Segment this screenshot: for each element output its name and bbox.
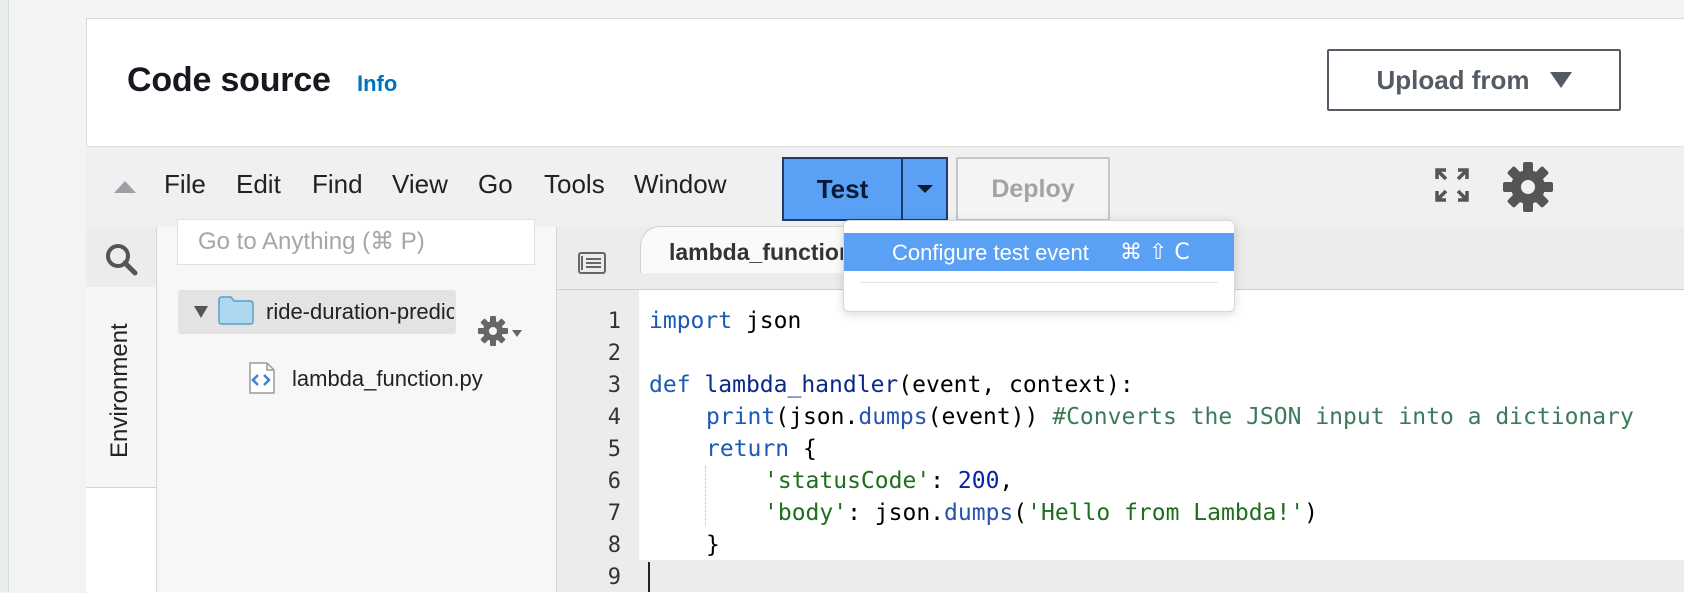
test-dropdown-button[interactable] [902,157,948,221]
code-token: 'body' [764,500,848,526]
go-to-anything-input[interactable] [177,219,535,265]
code-token: , [999,468,1014,494]
code-token: } [706,532,720,558]
upload-from-button[interactable]: Upload from [1327,49,1621,111]
code-line: return { [706,436,817,462]
menu-go[interactable]: Go [478,169,513,200]
code-token: dumps [858,404,928,430]
code-token: 200 [957,468,1000,494]
current-line-highlight [639,560,1684,592]
code-token: 'statusCode' [764,468,931,494]
code-token: print [706,404,776,430]
code-token: json [732,308,802,334]
code-token: dumps [944,500,1014,526]
expand-triangle-icon[interactable] [194,306,208,318]
environment-tab-label[interactable]: Environment [106,323,134,458]
menu-find[interactable]: Find [312,169,363,200]
menu-tools[interactable]: Tools [544,169,605,200]
code-line: 'statusCode': 200, [764,468,1013,494]
menu-item-label: Configure test event [892,240,1089,265]
upload-from-label: Upload from [1376,64,1530,95]
code-token: (event)) [927,404,1053,430]
menu-divider [860,282,1218,283]
code-comment: #Converts the JSON input into a dictiona… [1052,404,1634,430]
caret-down-icon [1549,72,1572,88]
tree-file-label: lambda_function.py [292,366,483,391]
fullscreen-icon[interactable] [1434,167,1470,203]
menu-edit[interactable]: Edit [236,169,281,200]
search-icon[interactable] [104,242,138,276]
tree-folder-root[interactable]: ride-duration-prediction [178,290,456,334]
python-file-icon [249,362,275,394]
menu-item-configure-test-event[interactable]: Configure test event ⌘ ⇧ C [844,233,1234,271]
line-number: 3 [607,373,621,398]
line-number: 7 [607,501,621,526]
caret-down-icon [916,185,933,193]
deploy-button[interactable]: Deploy [956,157,1110,221]
line-number: 4 [607,405,621,430]
folder-icon [218,296,254,325]
code-token: : [930,468,958,494]
text-cursor [648,562,650,592]
file-tree-panel [157,227,557,592]
caret-down-icon[interactable] [512,330,522,337]
code-token: (event, context): [898,372,1134,398]
code-token: 'Hello from Lambda!' [1027,500,1305,526]
panel-header: Code source Info Upload from [87,19,1684,147]
menu-item-shortcut: ⌘ ⇧ C [1120,240,1190,265]
code-line: import json [649,308,801,334]
code-line: def lambda_handler(event, context): [649,372,1134,398]
line-number: 5 [607,437,621,462]
code-line: 'body': json.dumps('Hello from Lambda!') [764,500,1318,526]
page-title: Code source [127,61,331,99]
code-token: (json. [775,404,859,430]
indent-guide [705,466,706,526]
code-token: def [649,372,691,398]
menu-window[interactable]: Window [634,169,726,200]
code-token: ) [1304,500,1318,526]
code-token: lambda_handler [704,372,899,398]
line-number: 8 [607,533,621,558]
settings-gear-icon[interactable] [1502,161,1554,213]
test-button[interactable]: Test [782,157,902,221]
menu-file[interactable]: File [164,169,206,200]
line-number: 9 [607,565,621,590]
code-token: import [649,308,733,334]
code-token: { [789,436,817,462]
ide-toolbar: File Edit Find View Go Tools Window Test… [86,146,1684,228]
collapse-arrow-icon[interactable] [114,181,136,193]
menu-view[interactable]: View [392,169,448,200]
info-link[interactable]: Info [357,71,397,97]
code-line: print(json.dumps(event)) #Converts the J… [706,404,1634,430]
test-dropdown-menu: Configure test event ⌘ ⇧ C [843,220,1235,312]
line-number: 6 [607,469,621,494]
code-token: ( [1013,500,1028,526]
tab-list-icon[interactable] [578,252,606,274]
code-token: : json. [847,500,945,526]
code-token: return [706,436,790,462]
tree-folder-label: ride-duration-prediction [266,299,454,324]
page-left-edge [0,0,9,592]
line-number: 2 [607,341,621,366]
code-line: } [706,532,720,558]
tree-settings-gear-icon[interactable] [478,316,508,346]
line-number: 1 [607,309,621,334]
